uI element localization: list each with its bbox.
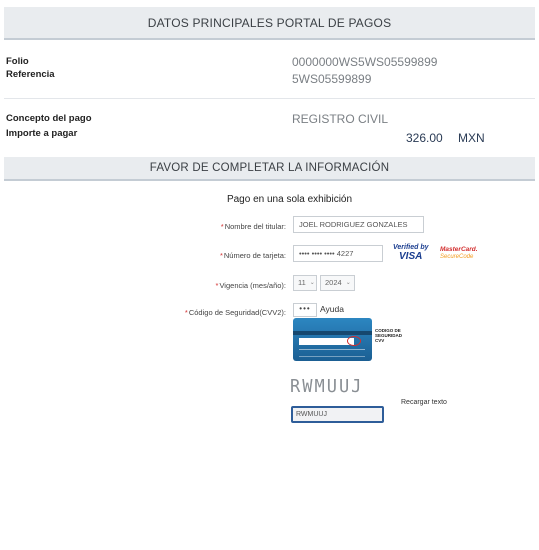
year-select[interactable]: 2024 ⌄ [320, 275, 355, 291]
vigencia-label-text: Vigencia (mes/año): [219, 281, 286, 290]
required-mark: * [215, 281, 219, 290]
summary-divider [4, 98, 535, 99]
card-text-lines [299, 349, 365, 357]
card-back-image [293, 318, 372, 361]
month-select-value: 11 [298, 278, 306, 287]
cvv-label-text: Código de Seguridad(CVV2): [188, 308, 286, 317]
mastercard-text: MasterCard. [440, 246, 478, 253]
chevron-down-icon: ⌄ [309, 280, 315, 286]
captcha-input[interactable]: RWMUUJ [291, 406, 384, 423]
mastercard-securecode-logo: MasterCard. SecureCode [440, 246, 478, 264]
referencia-value: 5WS05599899 [292, 72, 372, 86]
magnetic-strip [293, 331, 372, 335]
main-header-title: DATOS PRINCIPALES PORTAL DE PAGOS [147, 15, 392, 30]
captcha-image: RWMUUJ [290, 376, 364, 398]
chevron-down-icon: ⌄ [345, 280, 351, 286]
cvv-label: *Código de Seguridad(CVV2): [150, 308, 286, 317]
titular-input[interactable]: JOEL RODRIGUEZ GONZALES [293, 216, 424, 233]
titular-label-text: Nombre del titular: [224, 222, 286, 231]
referencia-label: Referencia [6, 69, 55, 80]
importe-amount: 326.00 [406, 131, 443, 145]
card-caption: CODIGO DE SEGURIDAD CVV [375, 328, 403, 343]
required-mark: * [184, 308, 188, 317]
year-select-value: 2024 [325, 278, 342, 287]
tarjeta-label: *Número de tarjeta: [180, 251, 286, 260]
signature-panel [299, 338, 354, 345]
concepto-value: REGISTRO CIVIL [292, 112, 389, 126]
main-header: DATOS PRINCIPALES PORTAL DE PAGOS [4, 7, 535, 40]
tarjeta-label-text: Número de tarjeta: [223, 251, 286, 260]
titular-label: *Nombre del titular: [180, 222, 286, 231]
form-section-title: FAVOR DE COMPLETAR LA INFORMACIÓN [149, 162, 390, 174]
required-mark: * [220, 222, 224, 231]
ayuda-link[interactable]: Ayuda [320, 304, 344, 314]
importe-label: Importe a pagar [6, 128, 78, 139]
required-mark: * [219, 251, 223, 260]
securecode-text: SecureCode [440, 254, 474, 260]
form-section-header: FAVOR DE COMPLETAR LA INFORMACIÓN [4, 157, 535, 181]
cvv-highlight-icon [347, 336, 361, 346]
reload-captcha-link[interactable]: Recargar texto [401, 399, 447, 406]
payment-subtitle: Pago en una sola exhibición [226, 194, 353, 205]
importe-currency: MXN [458, 131, 485, 145]
concepto-label: Concepto del pago [6, 113, 92, 124]
folio-label: Folio [6, 56, 29, 67]
card-number-input[interactable]: •••• •••• •••• 4227 [293, 245, 383, 262]
folio-value: 0000000WS5WS05599899 [292, 55, 438, 69]
verified-by-visa-logo: Verified by VISA [393, 244, 431, 264]
vigencia-label: *Vigencia (mes/año): [180, 281, 286, 290]
visa-text: VISA [399, 251, 423, 262]
month-select[interactable]: 11 ⌄ [293, 275, 317, 291]
cvv-input[interactable]: ••• [293, 303, 317, 317]
